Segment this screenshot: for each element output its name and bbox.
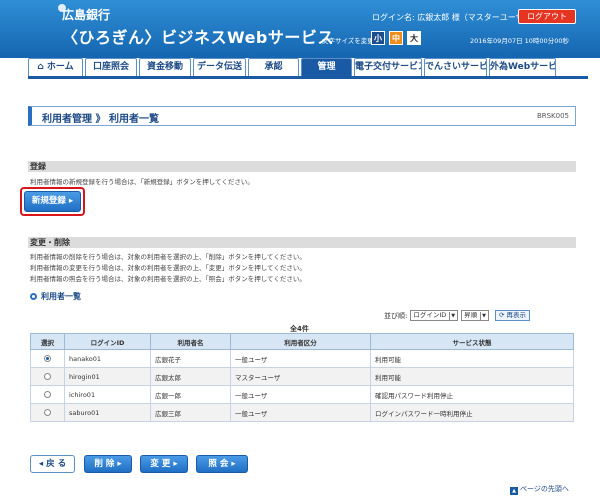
font-large-button[interactable]: 大: [407, 31, 421, 45]
sort-controls: 並び順: ログインID ▼ 昇順 ▼ ⟳ 再表示: [384, 310, 531, 321]
cell-login-id: hirogin01: [64, 367, 151, 386]
cell-status: 利用可能: [370, 367, 574, 386]
select-cell: [30, 367, 65, 386]
nav-tab-5[interactable]: 管理: [301, 58, 352, 76]
sort-order-value: 昇順: [464, 311, 478, 319]
highlight-frame: [20, 187, 85, 216]
bank-name: 広島銀行: [62, 8, 111, 22]
select-cell: [30, 349, 65, 368]
view-button[interactable]: 照 会 ▸: [196, 455, 248, 473]
register-description: 利用者情報の新規登録を行う場合は、「新規登録」ボタンを押してください。: [30, 178, 254, 186]
font-size-label: 文字サイズを変更: [322, 37, 374, 45]
home-icon: ⌂: [37, 62, 47, 72]
cell-login-id: ichiro01: [64, 385, 151, 404]
login-info: ログイン名: 広銀太郎 様（マスターユーザ）: [372, 13, 532, 22]
cell-type: マスターユーザ: [230, 367, 371, 386]
page-title: 利用者管理 》 利用者一覧: [42, 114, 159, 125]
cell-name: 広銀三郎: [150, 403, 231, 422]
header: 広島銀行 〈ひろぎん〉ビジネスWebサービス ログイン名: 広銀太郎 様（マスタ…: [0, 0, 600, 58]
logout-button[interactable]: ログアウト: [518, 9, 576, 24]
cell-status: 利用可能: [370, 349, 574, 368]
cell-status: ログインパスワード一時利用停止: [370, 403, 574, 422]
table-row[interactable]: saburo01 広銀三郎 一般ユーザ ログインパスワード一時利用停止: [30, 403, 574, 422]
table-header-row: 選択 ログインID 利用者名 利用者区分 サービス状態: [30, 333, 574, 350]
column-header: 利用者名: [150, 333, 231, 350]
select-radio[interactable]: [44, 391, 51, 398]
main-nav: ⌂ ホーム口座照会資金移動データ伝送承認管理電子交付サービスでんさいサービス外為…: [28, 58, 588, 76]
nav-tab-0[interactable]: ⌂ ホーム: [28, 58, 83, 76]
modify-line-delete: 利用者情報の削除を行う場合は、対象の利用者を選択の上、「削除」ボタンを押してくだ…: [30, 253, 306, 261]
redisplay-button[interactable]: ⟳ 再表示: [495, 310, 531, 321]
column-header: サービス状態: [370, 333, 574, 350]
select-cell: [30, 403, 65, 422]
cell-name: 広銀花子: [150, 349, 231, 368]
table-row[interactable]: hirogin01 広銀太郎 マスターユーザ 利用可能: [30, 367, 574, 386]
bullet-icon: [30, 293, 37, 300]
nav-underline: [28, 76, 588, 79]
list-title: 利用者一覧: [30, 291, 81, 302]
column-header: 利用者区分: [230, 333, 371, 350]
table-row[interactable]: ichiro01 広銀一郎 一般ユーザ 確認用パスワード利用停止: [30, 385, 574, 404]
modify-line-change: 利用者情報の変更を行う場合は、対象の利用者を選択の上、「変更」ボタンを押してくだ…: [30, 264, 306, 272]
page-top-label: ページの先頭へ: [520, 485, 569, 493]
modify-line-view: 利用者情報の照会を行う場合は、対象の利用者を選択の上、「照会」ボタンを押してくだ…: [30, 275, 306, 283]
list-title-text: 利用者一覧: [41, 292, 81, 301]
select-radio[interactable]: [44, 373, 51, 380]
datetime: 2016年09月07日 10時00分00秒: [470, 37, 569, 45]
nav-tab-label: ホーム: [46, 62, 74, 72]
font-medium-button[interactable]: 中: [389, 31, 403, 45]
redisplay-label: 再表示: [506, 311, 527, 319]
modify-heading: 変更・削除: [28, 237, 576, 248]
page-code: BRSK005: [536, 112, 569, 120]
cell-type: 一般ユーザ: [230, 349, 371, 368]
cell-login-id: hanako01: [64, 349, 151, 368]
cell-login-id: saburo01: [64, 403, 151, 422]
register-heading: 登録: [28, 161, 576, 172]
cell-type: 一般ユーザ: [230, 403, 371, 422]
nav-tab-4[interactable]: 承認: [248, 58, 299, 76]
nav-tab-3[interactable]: データ伝送: [193, 58, 246, 76]
nav-tab-2[interactable]: 資金移動: [139, 58, 191, 76]
arrow-up-icon: ▲: [510, 487, 518, 495]
table-row[interactable]: hanako01 広銀花子 一般ユーザ 利用可能: [30, 349, 574, 368]
nav-tab-6[interactable]: 電子交付サービス: [354, 58, 422, 76]
user-table: 選択 ログインID 利用者名 利用者区分 サービス状態 hanako01 広銀花子…: [30, 333, 574, 422]
cell-name: 広銀一郎: [150, 385, 231, 404]
cell-type: 一般ユーザ: [230, 385, 371, 404]
nav-tab-7[interactable]: でんさいサービス: [424, 58, 487, 76]
delete-button[interactable]: 削 除 ▸: [84, 455, 132, 473]
sort-label: 並び順:: [384, 311, 408, 320]
service-name: 〈ひろぎん〉ビジネスWebサービス: [62, 28, 334, 47]
column-header: 選択: [30, 333, 65, 350]
select-cell: [30, 385, 65, 404]
page-title-box: 利用者管理 》 利用者一覧 BRSK005: [28, 106, 576, 126]
font-small-button[interactable]: 小: [371, 31, 385, 45]
sort-field-select[interactable]: ログインID ▼: [410, 310, 459, 321]
nav-tab-1[interactable]: 口座照会: [85, 58, 137, 76]
page-top-link[interactable]: ▲ ページの先頭へ: [510, 484, 569, 495]
cell-status: 確認用パスワード利用停止: [370, 385, 574, 404]
nav-tab-8[interactable]: 外為Webサービス: [489, 58, 556, 76]
sort-order-select[interactable]: 昇順 ▼: [461, 310, 490, 321]
sort-field-value: ログインID: [413, 311, 447, 319]
change-button[interactable]: 変 更 ▸: [140, 455, 188, 473]
select-radio[interactable]: [44, 355, 51, 362]
chevron-down-icon: ▼: [480, 312, 487, 321]
cell-name: 広銀太郎: [150, 367, 231, 386]
back-button[interactable]: ◂ 戻 る: [30, 455, 75, 473]
select-radio[interactable]: [44, 409, 51, 416]
column-header: ログインID: [64, 333, 151, 350]
chevron-down-icon: ▼: [449, 312, 456, 321]
